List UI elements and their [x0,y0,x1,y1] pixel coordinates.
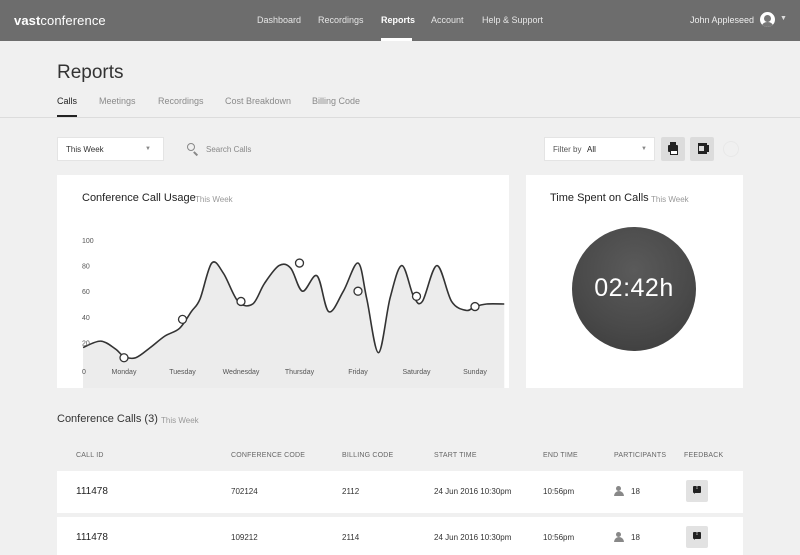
call-id-cell: 111478 [76,486,108,497]
feedback-icon [693,485,701,494]
chart-data-point[interactable] [294,258,305,268]
nav-item-help-support[interactable]: Help & Support [482,15,543,25]
x-tick-label: Friday [348,369,368,376]
time-spent-card: Time Spent on Calls This Week 02:42h [526,175,743,388]
tab-calls[interactable]: Calls [57,96,77,106]
column-header-call-id[interactable]: CALL ID [76,452,104,459]
print-button[interactable] [661,137,685,161]
chart-data-point[interactable] [236,296,246,307]
tab-recordings[interactable]: Recordings [158,96,204,106]
page-title: Reports [57,62,124,83]
column-header-start-time[interactable]: START TIME [434,452,477,459]
excel-icon [698,143,709,154]
chart-data-point[interactable] [177,314,188,325]
table-row[interactable]: 111478 702124 2112 24 Jun 2016 10:30pm 1… [57,471,743,513]
y-tick-label: 60 [82,289,90,296]
period-select-value: This Week [66,145,104,154]
share-icon[interactable] [723,141,739,157]
table-row[interactable]: 111478 109212 2114 24 Jun 2016 10:30pm 1… [57,517,743,555]
feedback-icon [693,531,701,540]
usage-line-chart: 0 20 40 60 80 100 Monday Tuesday Wednesday Thursd… [82,238,505,388]
x-tick-label: Thursday [285,369,315,376]
search-icon [187,143,199,156]
conference-code-cell: 702124 [231,487,258,496]
filter-label: Filter by [553,145,582,154]
period-select[interactable]: This Week ▼ [57,137,164,161]
time-card-title: Time Spent on Calls [550,192,649,204]
feedback-button[interactable] [686,526,708,548]
export-excel-button[interactable] [690,137,714,161]
nav-item-dashboard[interactable]: Dashboard [257,15,301,25]
tab-billing-code[interactable]: Billing Code [312,96,360,106]
nav-item-recordings[interactable]: Recordings [318,15,364,25]
active-nav-indicator [381,38,412,41]
filter-value: All [587,145,596,154]
end-time-cell: 10:56pm [543,533,575,542]
call-id-cell: 111478 [76,532,108,543]
time-card-subtitle: This Week [651,195,689,204]
y-tick-label: 20 [82,340,90,347]
x-tick-label: Sunday [463,369,487,376]
tab-meetings[interactable]: Meetings [99,96,136,106]
caret-down-icon: ▼ [145,146,151,152]
billing-code-cell: 2112 [342,487,360,496]
participants-cell: 18 [631,487,640,496]
tab-cost-breakdown[interactable]: Cost Breakdown [225,96,291,106]
conference-code-cell: 109212 [231,533,258,542]
avatar[interactable] [760,12,775,27]
search-input[interactable] [206,141,356,157]
calls-table-title: Conference Calls (3) [57,413,158,425]
calls-table-subtitle: This Week [161,416,199,425]
filter-select[interactable]: Filter by All ▼ [544,137,655,161]
caret-down-icon: ▼ [641,146,647,152]
start-time-cell: 24 Jun 2016 10:30pm [434,487,512,496]
chart-data-point[interactable] [470,301,480,312]
y-tick-label: 40 [82,315,90,322]
x-tick-label: Monday [112,369,137,376]
time-spent-circle: 02:42h [572,227,696,351]
top-navigation-bar: vastconference Dashboard Recordings Repo… [0,0,800,41]
chevron-down-icon[interactable]: ▼ [780,15,787,22]
y-tick-label: 80 [82,264,90,271]
end-time-cell: 10:56pm [543,487,575,496]
x-tick-label: Wednesday [223,369,260,376]
header-divider [0,117,800,118]
column-header-feedback[interactable]: FEEDBACK [684,452,723,459]
participants-cell: 18 [631,533,640,542]
nav-item-reports[interactable]: Reports [381,15,415,25]
chart-data-point[interactable] [119,353,129,363]
x-tick-label: Saturday [402,369,431,376]
time-spent-value: 02:42h [594,274,674,302]
usage-chart-card: Conference Call Usage This Week 0 20 40 60 8… [57,175,509,388]
chart-data-point[interactable] [353,286,363,296]
user-name[interactable]: John Appleseed [690,15,754,25]
nav-item-account[interactable]: Account [431,15,464,25]
x-tick-label: Tuesday [169,369,196,376]
feedback-button[interactable] [686,480,708,502]
print-icon [668,142,678,155]
logo[interactable]: vastconference [14,13,106,28]
column-header-end-time[interactable]: END TIME [543,452,578,459]
y-tick-label: 100 [82,238,94,245]
start-time-cell: 24 Jun 2016 10:30pm [434,533,512,542]
logo-suffix: conference [40,13,106,28]
column-header-conference-code[interactable]: CONFERENCE CODE [231,452,305,459]
person-icon [614,532,624,542]
billing-code-cell: 2114 [342,533,360,542]
chart-data-point[interactable] [411,291,422,301]
y-tick-label: 0 [82,369,86,376]
person-icon [614,486,624,496]
column-header-participants[interactable]: PARTICIPANTS [614,452,666,459]
column-header-billing-code[interactable]: BILLING CODE [342,452,393,459]
logo-prefix: vast [14,13,41,28]
